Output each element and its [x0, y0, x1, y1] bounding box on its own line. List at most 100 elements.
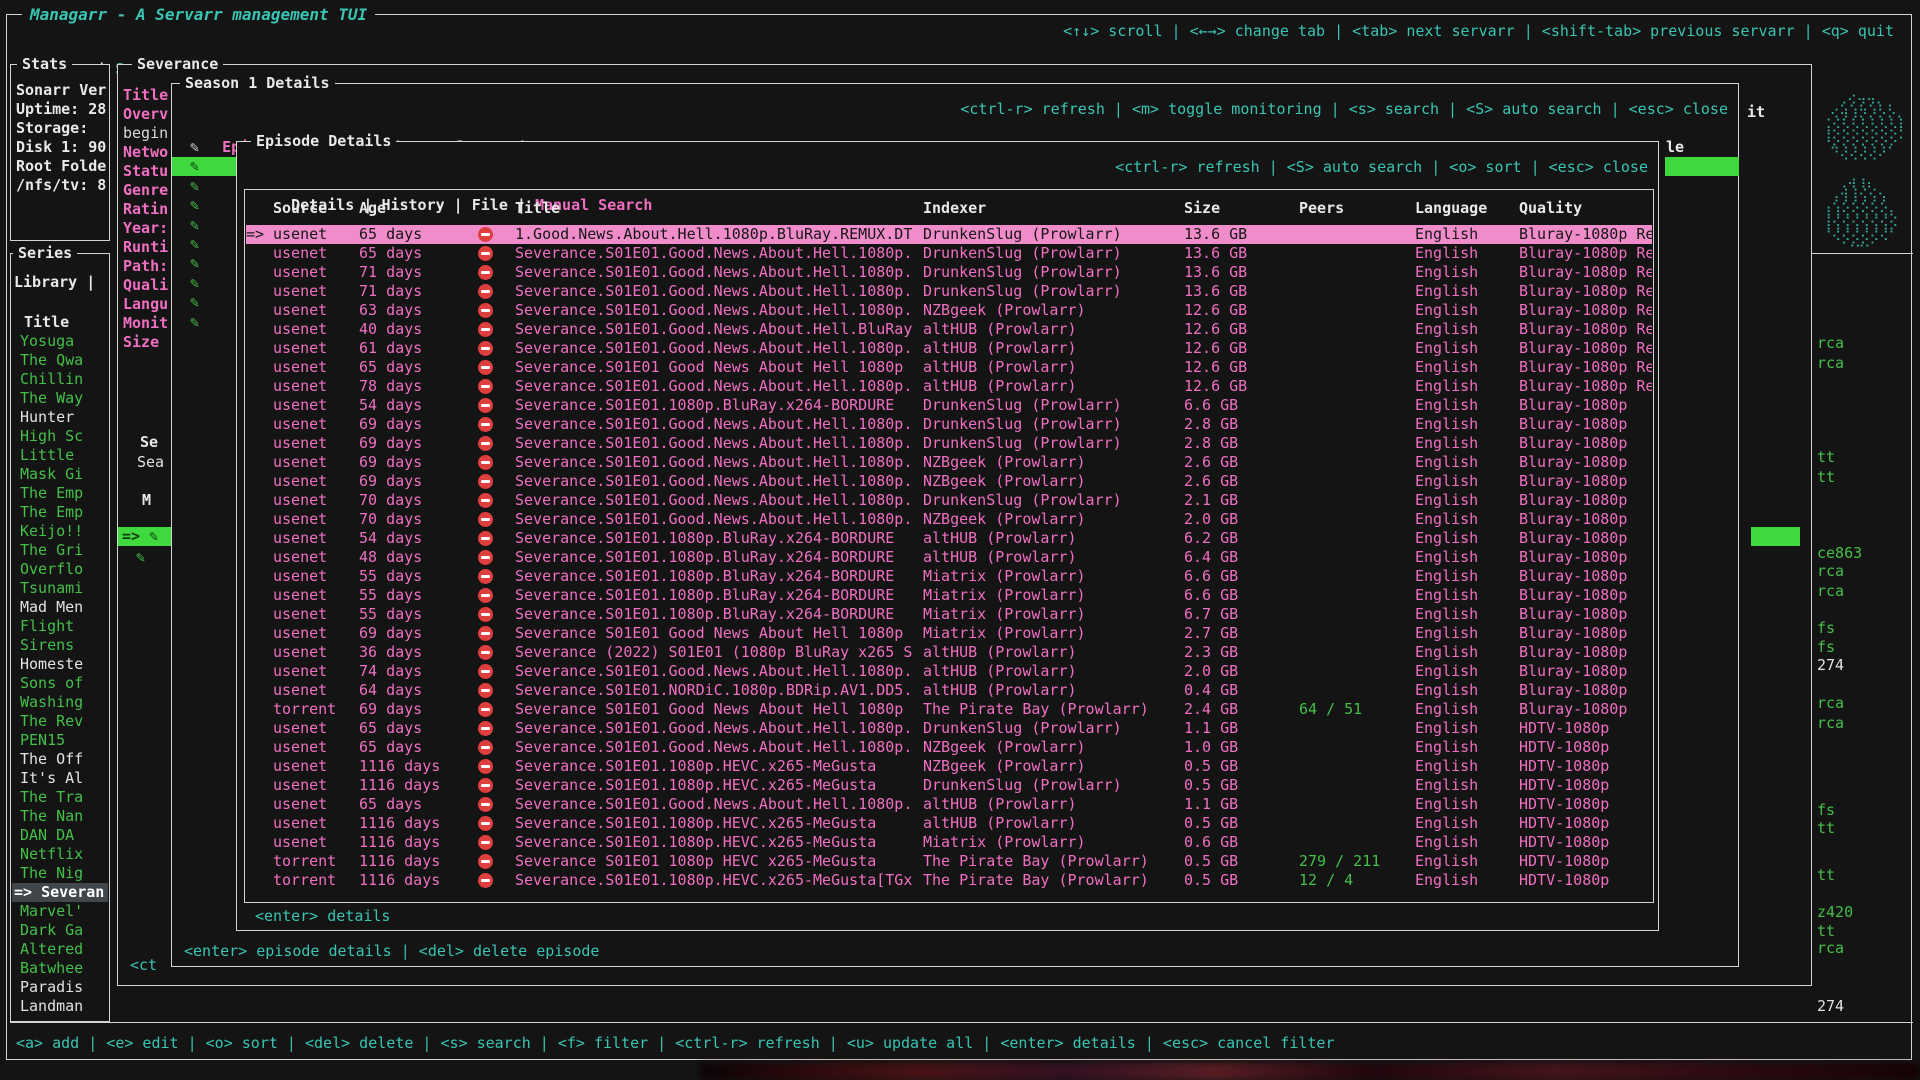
search-result-row[interactable]: usenet 54 days Severance.S01E01.1080p.Bl… [246, 529, 1652, 548]
column-header[interactable]: Language [1415, 199, 1519, 218]
search-result-row[interactable]: usenet 63 days Severance.S01E01.Good.New… [246, 301, 1652, 320]
series-library-tab[interactable]: Library | [14, 273, 95, 292]
search-result-row[interactable]: usenet 1116 days Severance.S01E01.1080p.… [246, 814, 1652, 833]
series-list-item[interactable]: The Rev [12, 712, 108, 731]
column-header[interactable]: Age [359, 199, 464, 218]
series-list-item[interactable]: Keijo!! [12, 522, 108, 541]
search-result-row[interactable]: usenet 36 days Severance (2022) S01E01 (… [246, 643, 1652, 662]
series-list-item[interactable]: Overflo [12, 560, 108, 579]
search-result-row[interactable]: usenet 70 days Severance.S01E01.Good.New… [246, 510, 1652, 529]
series-list-item[interactable]: Netflix [12, 845, 108, 864]
series-list-item[interactable]: The Emp [12, 484, 108, 503]
search-result-row[interactable]: usenet 78 days Severance.S01E01.Good.New… [246, 377, 1652, 396]
series-list-item[interactable]: Tsunami [12, 579, 108, 598]
series-list-item[interactable]: Washing [12, 693, 108, 712]
row-language: English [1415, 263, 1519, 282]
series-list-item[interactable]: The Nan [12, 807, 108, 826]
series-list-item[interactable]: High Sc [12, 427, 108, 446]
search-result-row[interactable]: usenet 1116 days Severance.S01E01.1080p.… [246, 776, 1652, 795]
series-list-item[interactable]: Chillin [12, 370, 108, 389]
search-result-row[interactable]: usenet 71 days Severance.S01E01.Good.New… [246, 263, 1652, 282]
series-list-item[interactable]: => Severan [12, 883, 108, 902]
search-result-row[interactable]: usenet 65 days Severance.S01E01.Good.New… [246, 795, 1652, 814]
column-header[interactable]: Title [515, 199, 923, 218]
series-list-item[interactable]: The Off [12, 750, 108, 769]
series-list-item[interactable]: The Nig [12, 864, 108, 883]
search-result-row[interactable]: => usenet 65 days 1.Good.News.About.Hell… [246, 225, 1652, 244]
series-list-item[interactable]: Batwhee [12, 959, 108, 978]
search-result-row[interactable]: usenet 65 days Severance.S01E01.Good.New… [246, 244, 1652, 263]
column-header[interactable] [246, 199, 273, 218]
search-result-row[interactable]: usenet 55 days Severance.S01E01.1080p.Bl… [246, 567, 1652, 586]
search-result-row[interactable]: usenet 69 days Severance.S01E01.Good.New… [246, 472, 1652, 491]
series-list-item[interactable]: Dark Ga [12, 921, 108, 940]
series-list-item[interactable]: The Way [12, 389, 108, 408]
column-header[interactable]: Indexer [923, 199, 1184, 218]
series-panel-title: Series [13, 244, 77, 263]
monitored-pencil-icon[interactable]: ✎ [190, 216, 199, 235]
monitored-pencil-icon[interactable]: ✎ [190, 177, 199, 196]
series-list-item[interactable]: Homeste [12, 655, 108, 674]
series-list-item[interactable]: Yosuga [12, 332, 108, 351]
series-list-item[interactable]: Little [12, 446, 108, 465]
monitored-pencil-icon[interactable]: ✎ [190, 313, 199, 332]
search-result-row[interactable]: usenet 48 days Severance.S01E01.1080p.Bl… [246, 548, 1652, 567]
monitored-pencil-icon[interactable]: ✎ [190, 293, 199, 312]
series-list-item[interactable]: Sons of [12, 674, 108, 693]
search-result-row[interactable]: usenet 1116 days Severance.S01E01.1080p.… [246, 833, 1652, 852]
search-result-row[interactable]: usenet 69 days Severance.S01E01.Good.New… [246, 434, 1652, 453]
monitored-pencil-icon[interactable]: ✎ [190, 274, 199, 293]
row-peers [1299, 244, 1415, 263]
series-list-item[interactable]: DAN DA [12, 826, 108, 845]
column-header[interactable]: Peers [1299, 199, 1415, 218]
search-result-row[interactable]: usenet 40 days Severance.S01E01.Good.New… [246, 320, 1652, 339]
series-list-item[interactable]: Mad Men [12, 598, 108, 617]
series-list-item[interactable]: The Gri [12, 541, 108, 560]
series-list-item[interactable]: PEN15 [12, 731, 108, 750]
series-list-item[interactable]: Altered [12, 940, 108, 959]
series-list-item[interactable]: The Tra [12, 788, 108, 807]
monitored-pencil-icon[interactable]: ✎ [190, 196, 199, 215]
series-list-item[interactable]: Landman [12, 997, 108, 1016]
column-header[interactable]: Source [273, 199, 359, 218]
series-list-item[interactable]: Mask Gi [12, 465, 108, 484]
search-result-row[interactable]: usenet 55 days Severance.S01E01.1080p.Bl… [246, 605, 1652, 624]
series-list-item[interactable]: The Qwa [12, 351, 108, 370]
row-age: 1116 days [359, 757, 464, 776]
series-list-item[interactable]: Hunter [12, 408, 108, 427]
search-result-row[interactable]: usenet 1116 days Severance.S01E01.1080p.… [246, 757, 1652, 776]
monitored-pencil-icon[interactable]: ✎ [190, 235, 199, 254]
series-list-item[interactable]: It's Al [12, 769, 108, 788]
search-result-row[interactable]: usenet 64 days Severance.S01E01.NORDiC.1… [246, 681, 1652, 700]
column-header[interactable]: Quality [1519, 199, 1652, 218]
search-result-row[interactable]: usenet 54 days Severance.S01E01.1080p.Bl… [246, 396, 1652, 415]
search-result-row[interactable]: usenet 74 days Severance.S01E01.Good.New… [246, 662, 1652, 681]
series-list-item[interactable]: Sirens [12, 636, 108, 655]
monitored-pencil-icon[interactable]: ✎ [190, 138, 199, 157]
monitored-pencil-icon[interactable]: ✎ [190, 157, 199, 176]
series-list-item[interactable]: The Emp [12, 503, 108, 522]
search-result-row[interactable]: torrent 1116 days Severance S01E01 1080p… [246, 852, 1652, 871]
search-result-row[interactable]: usenet 65 days Severance.S01E01.Good.New… [246, 719, 1652, 738]
series-list-item[interactable]: Paradis [12, 978, 108, 997]
search-result-row[interactable]: usenet 55 days Severance.S01E01.1080p.Bl… [246, 586, 1652, 605]
column-header[interactable] [464, 199, 515, 218]
search-result-row[interactable]: usenet 61 days Severance.S01E01.Good.New… [246, 339, 1652, 358]
selected-season-row-left[interactable]: => ✎ [118, 527, 172, 546]
search-result-row[interactable]: torrent 69 days Severance S01E01 Good Ne… [246, 700, 1652, 719]
search-result-row[interactable]: usenet 71 days Severance.S01E01.Good.New… [246, 282, 1652, 301]
search-result-row[interactable]: usenet 69 days Severance S01E01 Good New… [246, 624, 1652, 643]
search-result-row[interactable]: usenet 69 days Severance.S01E01.Good.New… [246, 453, 1652, 472]
row-age: 74 days [359, 662, 464, 681]
series-list-item[interactable]: Marvel' [12, 902, 108, 921]
series-list-item[interactable]: Flight [12, 617, 108, 636]
monitored-pencil-icon[interactable]: ✎ [190, 254, 199, 273]
search-result-row[interactable]: usenet 65 days Severance.S01E01 Good New… [246, 358, 1652, 377]
search-result-row[interactable]: torrent 1116 days Severance.S01E01.1080p… [246, 871, 1652, 890]
search-result-row[interactable]: usenet 69 days Severance.S01E01.Good.New… [246, 415, 1652, 434]
search-result-row[interactable]: usenet 70 days Severance.S01E01.Good.New… [246, 491, 1652, 510]
column-header[interactable]: Size [1184, 199, 1299, 218]
selected-episode-row-left[interactable] [172, 157, 236, 176]
search-result-row[interactable]: usenet 65 days Severance.S01E01.Good.New… [246, 738, 1652, 757]
row-language: English [1415, 453, 1519, 472]
